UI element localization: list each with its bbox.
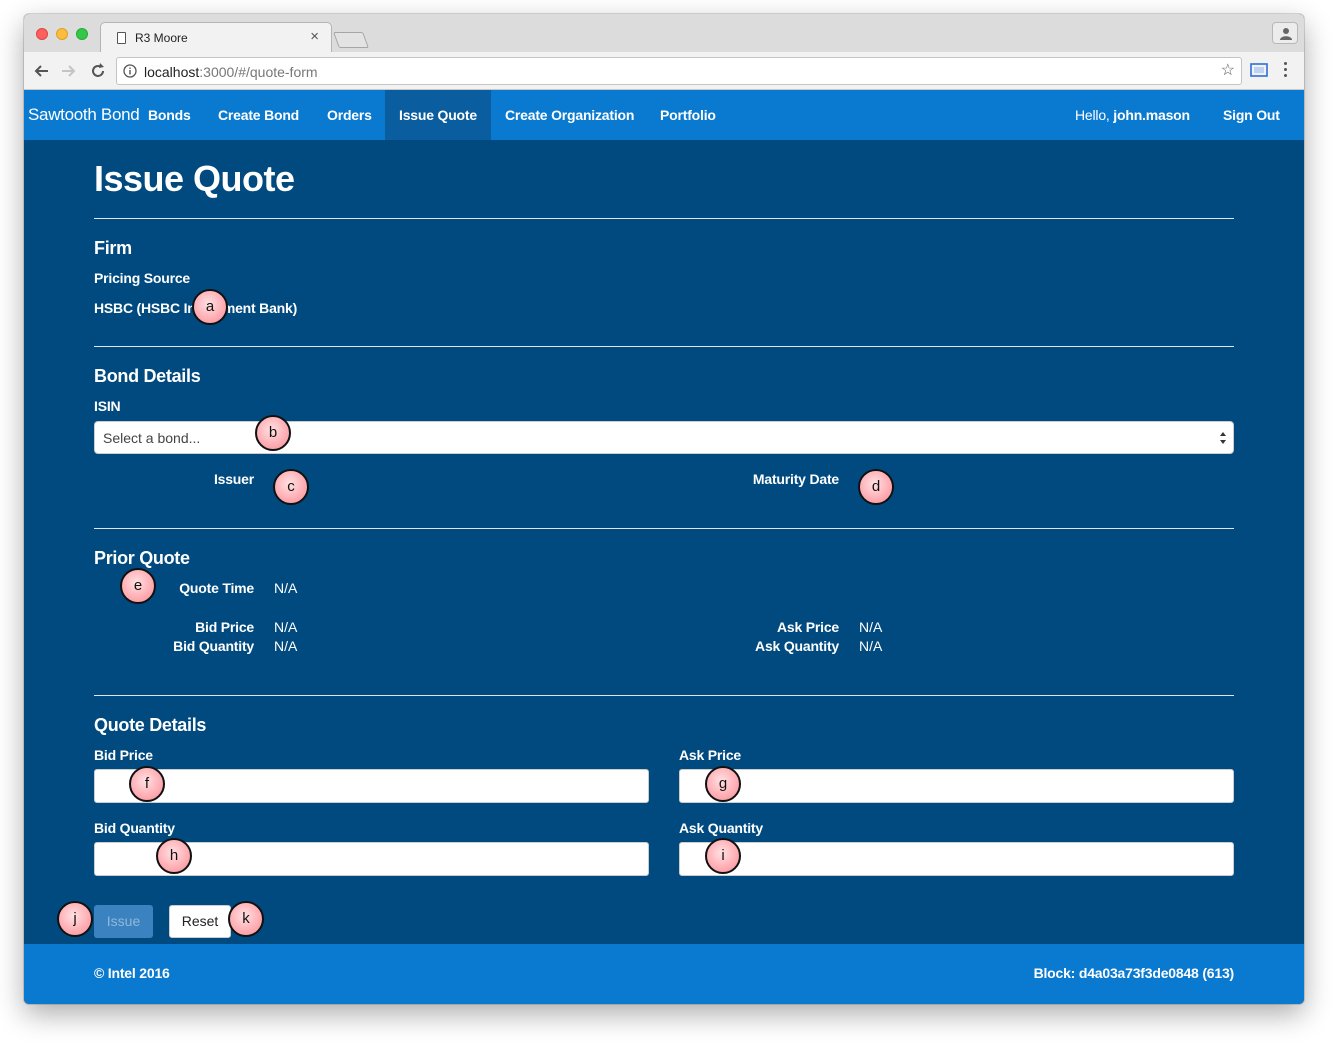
close-window-button[interactable]: [36, 28, 48, 40]
tab-strip: R3 Moore ×: [24, 14, 1304, 52]
quote-time-label: Quote Time: [179, 580, 254, 596]
info-icon[interactable]: [123, 64, 137, 78]
greeting-text: Hello,: [1075, 107, 1110, 123]
nav-portfolio[interactable]: Portfolio: [660, 90, 716, 140]
prior-ask-price-label: Ask Price: [776, 619, 839, 635]
tab-title: R3 Moore: [135, 31, 188, 45]
username: john.mason: [1113, 107, 1190, 123]
divider: [94, 218, 1234, 219]
zoom-window-button[interactable]: [76, 28, 88, 40]
quote-time-value: N/A: [274, 580, 298, 596]
prior-bid-price-value: N/A: [274, 619, 298, 635]
marker-f: f: [129, 766, 165, 802]
app-navbar: Sawtooth Bond Bonds Create Bond Orders I…: [24, 90, 1304, 140]
sign-out-link[interactable]: Sign Out: [1223, 90, 1280, 140]
marker-g: g: [705, 766, 741, 802]
new-tab-button[interactable]: [333, 32, 369, 48]
prior-quote-heading: Prior Quote: [94, 548, 190, 568]
reload-icon[interactable]: [88, 61, 108, 81]
ask-quantity-label: Ask Quantity: [679, 820, 763, 836]
minimize-window-button[interactable]: [56, 28, 68, 40]
quote-details-heading: Quote Details: [94, 715, 207, 735]
browser-tab[interactable]: R3 Moore ×: [100, 22, 332, 52]
divider: [94, 528, 1234, 529]
maturity-date-label: Maturity Date: [752, 471, 839, 487]
pricing-source-label: Pricing Source: [94, 270, 191, 286]
footer: © Intel 2016 Block: d4a03a73f3de0848 (61…: [24, 944, 1304, 1004]
isin-select-placeholder: Select a bond...: [103, 430, 201, 446]
nav-create-bond[interactable]: Create Bond: [218, 90, 299, 140]
marker-j: j: [57, 901, 93, 937]
brand-link[interactable]: Sawtooth Bond: [28, 105, 140, 125]
menu-dots-icon[interactable]: [1280, 60, 1290, 80]
document-icon: [117, 32, 126, 44]
url-host: localhost: [144, 64, 200, 80]
marker-k: k: [228, 901, 264, 937]
select-arrows-icon: [1220, 432, 1226, 444]
isin-label: ISIN: [94, 398, 121, 414]
issue-button[interactable]: Issue: [94, 905, 153, 938]
url-path: :3000/#/quote-form: [199, 64, 318, 80]
marker-d: d: [858, 469, 894, 505]
nav-create-organization[interactable]: Create Organization: [505, 90, 634, 140]
copyright-text: © Intel 2016: [94, 965, 170, 981]
divider: [94, 346, 1234, 347]
address-bar[interactable]: localhost:3000/#/quote-form ☆: [116, 57, 1242, 85]
prior-bid-price-label: Bid Price: [195, 619, 254, 635]
user-greeting: Hello, john.mason: [1075, 90, 1190, 140]
url-text: localhost:3000/#/quote-form: [144, 64, 318, 80]
nav-orders[interactable]: Orders: [327, 90, 372, 140]
marker-i: i: [705, 838, 741, 874]
marker-c: c: [273, 469, 309, 505]
browser-toolbar: localhost:3000/#/quote-form ☆: [24, 52, 1304, 90]
nav-bonds[interactable]: Bonds: [148, 90, 191, 140]
profile-button[interactable]: [1272, 22, 1298, 44]
bid-price-input[interactable]: [94, 769, 649, 803]
bookmark-star-icon[interactable]: ☆: [1221, 63, 1235, 79]
reset-button[interactable]: Reset: [169, 905, 231, 938]
firm-heading: Firm: [94, 238, 132, 258]
marker-e: e: [120, 568, 156, 604]
divider: [94, 695, 1234, 696]
person-icon: [1280, 28, 1292, 40]
prior-ask-price-value: N/A: [859, 619, 883, 635]
back-arrow-icon[interactable]: [32, 61, 52, 81]
cast-icon[interactable]: [1250, 62, 1268, 78]
marker-b: b: [255, 415, 291, 451]
block-info: Block: d4a03a73f3de0848 (613): [1033, 965, 1235, 981]
prior-ask-quantity-label: Ask Quantity: [755, 638, 839, 654]
ask-price-input[interactable]: [679, 769, 1234, 803]
ask-quantity-input[interactable]: [679, 842, 1234, 876]
bid-price-label: Bid Price: [94, 747, 153, 763]
bond-details-heading: Bond Details: [94, 366, 201, 386]
marker-a: a: [192, 289, 228, 325]
forward-arrow-icon[interactable]: [58, 61, 78, 81]
prior-bid-quantity-value: N/A: [274, 638, 298, 654]
ask-price-label: Ask Price: [679, 747, 742, 763]
prior-ask-quantity-value: N/A: [859, 638, 883, 654]
browser-window: R3 Moore × localhost:3000/#/quote-form ☆…: [24, 14, 1304, 1004]
bid-quantity-label: Bid Quantity: [94, 820, 175, 836]
page-title: Issue Quote: [94, 158, 295, 199]
issuer-label: Issuer: [213, 471, 254, 487]
prior-bid-quantity-label: Bid Quantity: [173, 638, 254, 654]
marker-h: h: [156, 838, 192, 874]
tab-close-icon[interactable]: ×: [310, 28, 319, 46]
nav-issue-quote[interactable]: Issue Quote: [385, 90, 491, 140]
